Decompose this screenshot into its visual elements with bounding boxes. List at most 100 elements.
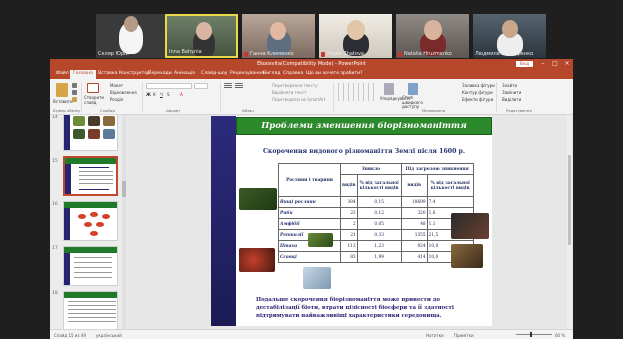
arrange-icon[interactable] bbox=[384, 83, 394, 95]
bird-photo bbox=[239, 248, 275, 272]
tab-home[interactable]: Головна bbox=[70, 70, 96, 79]
zoom-level[interactable]: 60 % bbox=[555, 333, 565, 338]
tab-help[interactable]: Справка bbox=[283, 71, 303, 76]
font-size-select[interactable] bbox=[194, 83, 208, 89]
thumb-number: 18 bbox=[52, 291, 58, 296]
quick-styles-icon[interactable] bbox=[408, 83, 418, 95]
shape-effects-button[interactable]: Ефекти фігури bbox=[462, 97, 493, 102]
participant-tile[interactable]: Natalia Hruzmenko bbox=[396, 14, 469, 58]
tab-view[interactable]: Вигляд bbox=[263, 71, 280, 76]
tell-me-search[interactable]: Що ви хочете зробити? bbox=[306, 71, 363, 76]
tab-insert[interactable]: Вставка bbox=[98, 71, 117, 76]
underline-icon[interactable]: Ч bbox=[160, 92, 163, 97]
canvas-scrollbar[interactable] bbox=[567, 115, 572, 329]
header-threat: Під загрозою зникнення bbox=[400, 163, 474, 175]
participant-name: Ганна Клименко bbox=[250, 51, 294, 57]
tab-slideshow[interactable]: Слайд-шоу bbox=[201, 71, 228, 76]
minimize-icon[interactable]: – bbox=[537, 59, 549, 69]
slide-canvas: Проблеми зменшення біорізноманіття Скоро… bbox=[126, 115, 573, 329]
maximize-icon[interactable]: □ bbox=[549, 59, 561, 69]
species-table: Рослини і тварини Зникло Під загрозою зн… bbox=[278, 163, 474, 263]
shapes-gallery[interactable] bbox=[338, 83, 378, 101]
window-title: Ekoosvita(Compatibility Mode) - PowerPoi… bbox=[257, 61, 366, 67]
numbering-icon[interactable] bbox=[235, 83, 243, 89]
paste-button[interactable]: Вставити bbox=[53, 99, 73, 104]
shape-fill-button[interactable]: Заливка фігури bbox=[462, 83, 495, 88]
header-pct: % від загальної кількості видів bbox=[356, 174, 402, 197]
slide-thumbnail[interactable] bbox=[63, 201, 118, 241]
fish-photo bbox=[451, 213, 489, 239]
close-icon[interactable]: × bbox=[561, 59, 573, 69]
italic-icon[interactable]: К bbox=[153, 92, 156, 97]
smartart-button[interactable]: Перетворити на SmartArt bbox=[272, 97, 325, 102]
strikethrough-icon[interactable]: S bbox=[167, 92, 170, 97]
participant-name: Надія Zhatova bbox=[327, 51, 364, 57]
mammal-photo bbox=[303, 267, 331, 289]
current-slide[interactable]: Проблеми зменшення біорізноманіття Скоро… bbox=[211, 116, 492, 326]
group-slides: Слайди bbox=[100, 108, 115, 113]
ribbon-tabs: Файл Головна Вставка Конструктор Переход… bbox=[50, 69, 573, 79]
shape-outline-button[interactable]: Контур фігури bbox=[462, 90, 493, 95]
mic-muted-icon bbox=[244, 52, 248, 57]
mic-muted-icon bbox=[321, 52, 325, 57]
find-button[interactable]: Знайти bbox=[502, 83, 517, 88]
new-slide-icon[interactable] bbox=[87, 83, 99, 93]
group-clipboard: Буфер обміну bbox=[53, 108, 81, 113]
reset-button[interactable]: Відновлення bbox=[110, 90, 137, 95]
header-species: видів bbox=[340, 174, 358, 197]
select-button[interactable]: Виділити bbox=[502, 97, 521, 102]
tab-design[interactable]: Конструктор bbox=[119, 71, 150, 76]
cut-icon[interactable] bbox=[72, 83, 77, 88]
participant-name: Inna Bahynia bbox=[169, 49, 202, 55]
layout-button[interactable]: Макет bbox=[110, 83, 123, 88]
thumb-number: 17 bbox=[52, 246, 58, 251]
format-painter-icon[interactable] bbox=[72, 97, 77, 102]
font-color-icon[interactable]: A bbox=[180, 92, 183, 97]
slide-thumbnail[interactable] bbox=[63, 246, 118, 286]
align-text-button[interactable]: Вирівняти текст bbox=[272, 90, 306, 95]
zoom-slider-handle[interactable] bbox=[530, 332, 532, 337]
new-slide-button[interactable]: Створити слайд bbox=[84, 95, 106, 105]
header-pct: % від загальної кількості видів bbox=[426, 174, 474, 197]
table-row: Вищі рослини 384 0,15 18699 7,4 bbox=[278, 196, 474, 208]
participant-tile[interactable]: Надія Zhatova bbox=[319, 14, 392, 58]
participant-tile[interactable]: Ганна Клименко bbox=[242, 14, 315, 58]
slide-thumbnail[interactable] bbox=[63, 115, 118, 151]
participant-name: Natalia Hruzmenko bbox=[404, 51, 452, 57]
bullets-icon[interactable] bbox=[224, 83, 232, 89]
tab-review[interactable]: Рецензування bbox=[230, 71, 264, 76]
section-button[interactable]: Розділ bbox=[110, 97, 123, 102]
title-bar: Ekoosvita(Compatibility Mode) - PowerPoi… bbox=[50, 59, 573, 69]
tab-transitions[interactable]: Переходи bbox=[148, 71, 172, 76]
table-row: Риби 23 0,12 320 1,6 bbox=[278, 207, 474, 219]
replace-button[interactable]: Замінити bbox=[502, 90, 521, 95]
slide-thumbnail-pane: 14 15 16 17 18 bbox=[50, 115, 126, 329]
slide-title: Проблеми зменшення біорізноманіття bbox=[261, 121, 467, 131]
powerpoint-window: Ekoosvita(Compatibility Mode) - PowerPoi… bbox=[50, 59, 573, 339]
thumb-number: 16 bbox=[52, 202, 58, 207]
mic-muted-icon bbox=[398, 52, 402, 57]
sign-in-button[interactable]: Вхід bbox=[516, 61, 533, 67]
table-row: Ссавці 83 1,99 414 10,0 bbox=[278, 251, 474, 263]
notes-button[interactable]: Нотатки bbox=[426, 333, 444, 338]
participant-tile-active-speaker[interactable]: Inna Bahynia bbox=[165, 14, 238, 58]
participant-tile[interactable]: Людмила Бондаренко bbox=[473, 14, 546, 58]
comments-button[interactable]: Примітки bbox=[454, 333, 474, 338]
slide-thumbnail-selected[interactable] bbox=[63, 156, 118, 196]
amphibian-photo bbox=[451, 244, 483, 268]
group-paragraph: Абзац bbox=[242, 108, 254, 113]
participant-tile[interactable]: Скляр Юрій bbox=[96, 14, 169, 58]
tab-animations[interactable]: Анімація bbox=[174, 71, 195, 76]
header-extinct: Зникло bbox=[340, 163, 402, 175]
text-direction-button[interactable]: Перетворення тексту bbox=[272, 83, 318, 88]
tab-file[interactable]: Файл bbox=[56, 71, 69, 76]
bold-icon[interactable]: Ж bbox=[146, 92, 151, 97]
zoom-slider-track[interactable] bbox=[516, 334, 552, 335]
slide-subtitle: Скорочення видового різноманіття Землі п… bbox=[262, 148, 466, 155]
copy-icon[interactable] bbox=[72, 90, 77, 95]
language-indicator[interactable]: український bbox=[96, 333, 122, 338]
font-name-select[interactable] bbox=[146, 83, 192, 89]
paste-icon[interactable] bbox=[56, 83, 68, 97]
slide-thumbnail[interactable] bbox=[63, 291, 118, 329]
plant-photo bbox=[239, 188, 277, 210]
